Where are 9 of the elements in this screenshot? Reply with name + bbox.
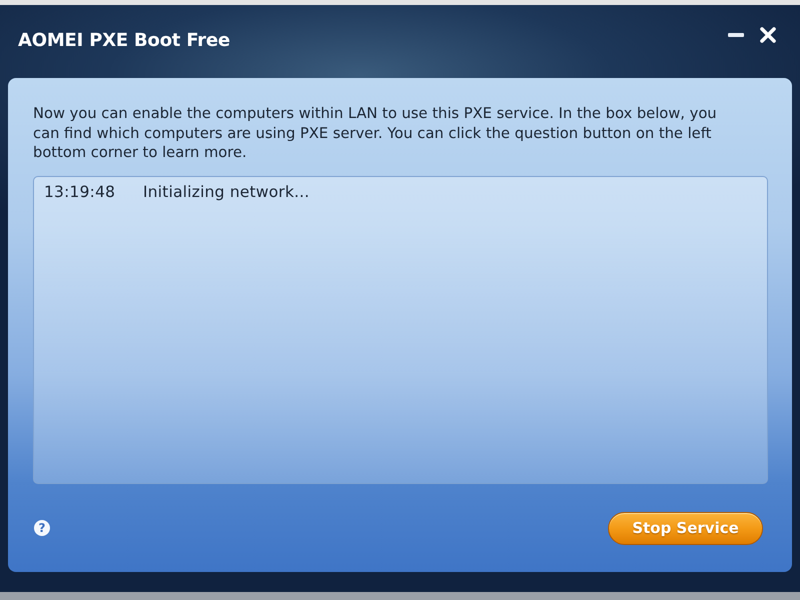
description-text: Now you can enable the computers within LAN to use this PXE service. In the box below, you can find which computers are using PXE server. You can click the question button on the left bottom corner to learn more. xyxy=(33,104,718,162)
window-title: AOMEI PXE Boot Free xyxy=(18,30,230,51)
log-message: Initializing network... xyxy=(143,182,310,202)
close-icon xyxy=(760,26,776,42)
minimize-button[interactable] xyxy=(728,32,744,36)
log-time: 13:19:48 xyxy=(44,182,116,202)
minimize-icon xyxy=(728,32,744,36)
close-button[interactable] xyxy=(760,26,776,42)
help-button[interactable]: ? xyxy=(34,520,50,536)
